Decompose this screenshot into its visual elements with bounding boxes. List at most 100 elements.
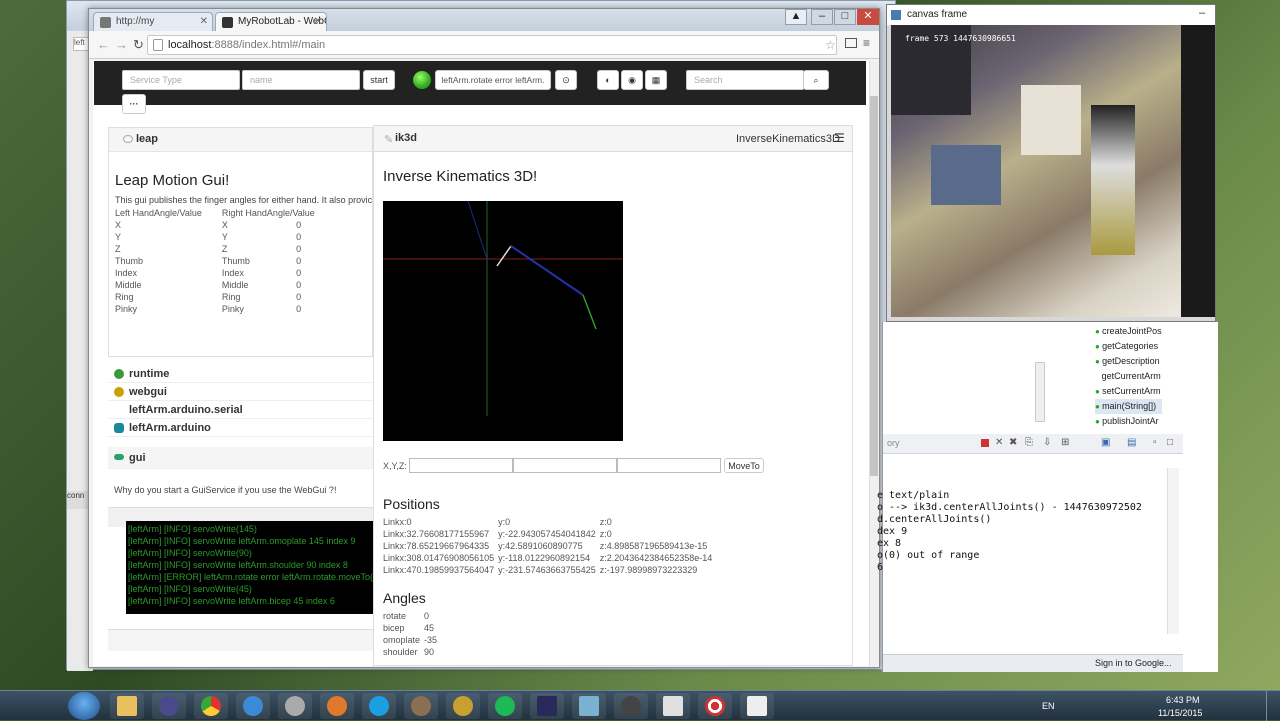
media-taskbar-icon[interactable] bbox=[152, 693, 186, 719]
hide-icon[interactable]: ◐ bbox=[597, 70, 619, 90]
display-console-icon[interactable]: ▣ bbox=[1101, 437, 1110, 448]
ie-taskbar-icon[interactable] bbox=[236, 693, 270, 719]
console-output[interactable]: e text/plain o --> ik3d.centerAllJoints(… bbox=[877, 490, 1142, 574]
tool-taskbar-icon[interactable] bbox=[278, 693, 312, 719]
service-gui[interactable]: gui bbox=[108, 447, 373, 469]
java-taskbar-icon[interactable] bbox=[740, 693, 774, 719]
forward-icon[interactable]: → bbox=[115, 37, 128, 52]
minimize-view-icon[interactable]: ▫ bbox=[1153, 437, 1157, 448]
outline-item[interactable]: ● setCurrentArm bbox=[1095, 384, 1162, 399]
close-tab-icon[interactable]: ✕ bbox=[200, 16, 208, 27]
ik-link-3 bbox=[582, 294, 597, 330]
language-indicator[interactable]: EN bbox=[1042, 701, 1055, 711]
scroll-lock-icon[interactable]: ⇩ bbox=[1043, 437, 1051, 448]
service-serial[interactable]: leftArm.arduino.serial bbox=[108, 401, 373, 419]
google-signin-link[interactable]: Sign in to Google... bbox=[1095, 658, 1172, 668]
canvas-frame-titlebar[interactable]: canvas frame – bbox=[887, 5, 1215, 25]
p-app-taskbar-icon[interactable] bbox=[656, 693, 690, 719]
move-to-button[interactable]: MoveTo bbox=[724, 458, 764, 473]
minimize-button[interactable]: – bbox=[1199, 7, 1205, 19]
outline-item[interactable]: ● createJointPos bbox=[1095, 324, 1162, 339]
settings-taskbar-icon[interactable] bbox=[404, 693, 438, 719]
ik3d-header[interactable]: ✎ ik3d InverseKinematics3D ☰ bbox=[374, 126, 852, 152]
value: 0 bbox=[296, 292, 302, 302]
link-y: y:0 bbox=[498, 517, 511, 527]
service-arduino[interactable]: leftArm.arduino bbox=[108, 419, 373, 437]
eye-icon[interactable]: ◉ bbox=[621, 70, 643, 90]
minimize-button[interactable]: – bbox=[811, 9, 833, 25]
x-input[interactable] bbox=[409, 458, 513, 473]
remove-all-icon[interactable]: ✖ bbox=[1009, 437, 1017, 448]
back-icon[interactable]: ← bbox=[97, 37, 110, 52]
ik-3d-render bbox=[383, 200, 623, 416]
link-y: y:-22.943057454041842 bbox=[498, 529, 596, 539]
ik-3d-view[interactable] bbox=[383, 200, 623, 441]
table-row: Linkx:32.76608177155967 y:-22.94305745404… bbox=[383, 528, 716, 540]
headphones-taskbar-icon[interactable] bbox=[320, 693, 354, 719]
show-desktop-button[interactable] bbox=[1266, 691, 1280, 721]
start-button[interactable] bbox=[68, 692, 100, 720]
menu-icon[interactable]: ≡ bbox=[863, 36, 870, 50]
outline-item[interactable]: getCurrentArm bbox=[1095, 369, 1162, 384]
clear-console-icon[interactable]: ⎘ bbox=[1025, 437, 1033, 448]
remove-launch-icon[interactable]: ✕ bbox=[995, 437, 1003, 448]
clock-time[interactable]: 6:43 PM bbox=[1166, 695, 1200, 705]
grid-icon[interactable]: ▦ bbox=[645, 70, 667, 90]
chrome-taskbar-icon[interactable] bbox=[194, 693, 228, 719]
pin-console-icon[interactable]: ⊞ bbox=[1061, 437, 1069, 448]
terminate-icon[interactable] bbox=[981, 439, 989, 447]
search-input[interactable]: Search bbox=[686, 70, 804, 90]
y-input[interactable] bbox=[513, 458, 617, 473]
spotify-taskbar-icon[interactable] bbox=[488, 693, 522, 719]
url-field[interactable]: localhost:8888/index.html#/main bbox=[147, 35, 837, 55]
right-label: Y bbox=[221, 232, 228, 242]
table-row: Linkx:308.01476908056105 y:-118.012296089… bbox=[383, 552, 716, 564]
leap-header[interactable]: leap bbox=[109, 128, 372, 152]
open-console-icon[interactable]: ▤ bbox=[1127, 437, 1136, 448]
menu-button[interactable]: ··· bbox=[122, 94, 146, 114]
search-icon[interactable]: ⌕ bbox=[803, 70, 829, 90]
scrollbar-thumb[interactable] bbox=[870, 96, 878, 476]
outline-item[interactable]: ● publishJointAr bbox=[1095, 414, 1162, 429]
service-name-input[interactable]: name bbox=[242, 70, 360, 90]
tab-http[interactable]: http://my ✕ bbox=[93, 12, 213, 31]
outline-item[interactable]: ● main(String[]) bbox=[1095, 399, 1162, 414]
explorer-taskbar-icon[interactable] bbox=[110, 693, 144, 719]
star-icon[interactable]: ☆ bbox=[825, 38, 836, 52]
skype-taskbar-icon[interactable] bbox=[362, 693, 396, 719]
log-console[interactable]: [leftArm] [INFO] servoWrite(145) [leftAr… bbox=[126, 521, 374, 614]
maximize-view-icon[interactable]: □ bbox=[1167, 437, 1173, 448]
target-taskbar-icon[interactable] bbox=[698, 693, 732, 719]
close-tab-icon[interactable]: ✕ bbox=[314, 16, 322, 27]
user-icon[interactable]: ▲ bbox=[785, 9, 807, 25]
tab-myrobotlab[interactable]: MyRobotLab - WebG ✕ bbox=[215, 12, 327, 31]
editor-scrollbar[interactable] bbox=[1035, 362, 1045, 422]
eclipse-taskbar-icon[interactable] bbox=[530, 693, 564, 719]
maximize-button[interactable]: □ bbox=[834, 9, 856, 25]
java-window-icon bbox=[891, 10, 901, 20]
reload-icon[interactable]: ↻ bbox=[133, 37, 144, 53]
service-runtime[interactable]: runtime bbox=[108, 365, 373, 383]
wall-frame bbox=[1021, 85, 1081, 155]
z-input[interactable] bbox=[617, 458, 721, 473]
left-label: Thumb bbox=[115, 256, 144, 266]
tools-taskbar-icon[interactable] bbox=[446, 693, 480, 719]
clock-date[interactable]: 11/15/2015 bbox=[1158, 708, 1202, 718]
webgui-icon bbox=[114, 387, 124, 397]
camera-taskbar-icon[interactable] bbox=[614, 693, 648, 719]
outline-item[interactable]: ● getCategories bbox=[1095, 339, 1162, 354]
list-menu-icon[interactable]: ☰ bbox=[834, 131, 845, 145]
console-tab-label[interactable]: ory bbox=[887, 438, 900, 448]
link-z: z:0 bbox=[599, 517, 612, 527]
close-window-button[interactable]: ✕ bbox=[857, 9, 879, 25]
outline-item[interactable]: ● getDescription bbox=[1095, 354, 1162, 369]
cast-icon[interactable] bbox=[845, 38, 857, 48]
service-webgui[interactable]: webgui bbox=[108, 383, 373, 401]
console-scrollbar[interactable] bbox=[1167, 468, 1179, 634]
app-taskbar-icon[interactable] bbox=[572, 693, 606, 719]
service-type-input[interactable]: Service Type bbox=[122, 70, 240, 90]
angle-name: bicep bbox=[383, 623, 405, 633]
clock-icon[interactable]: ⊙ bbox=[555, 70, 577, 90]
left-label: Middle bbox=[115, 280, 142, 290]
start-button[interactable]: start bbox=[363, 70, 395, 90]
